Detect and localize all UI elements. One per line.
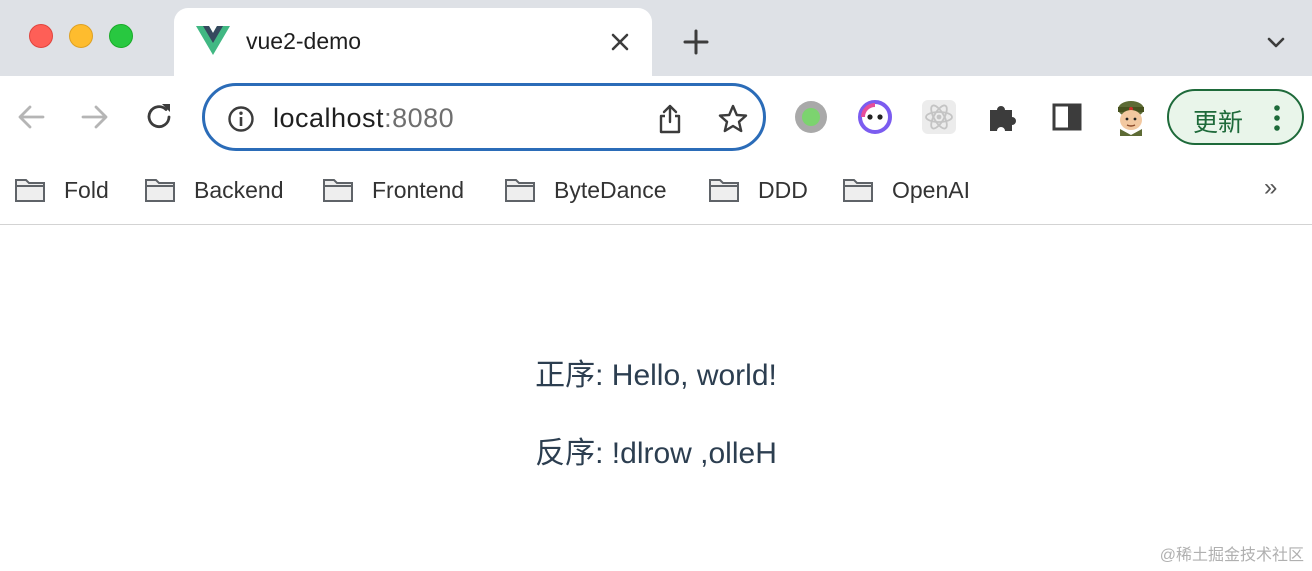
- bookmark-label: DDD: [758, 176, 808, 203]
- bookmarks-bar: Fold Backend Frontend ByteDance DDD Open…: [0, 160, 1312, 225]
- back-arrow-icon[interactable]: [14, 100, 48, 134]
- address-bar[interactable]: localhost:8080: [202, 83, 766, 151]
- tab-strip: vue2-demo: [0, 0, 1312, 76]
- forward-text: 正序: Hello, world!: [535, 359, 777, 392]
- folder-icon: [709, 179, 739, 202]
- reload-icon[interactable]: [142, 100, 176, 134]
- bookmark-label: Frontend: [372, 176, 465, 203]
- active-tab[interactable]: vue2-demo: [174, 8, 652, 76]
- bookmark-folder-bytedance[interactable]: ByteDance: [504, 174, 667, 206]
- bookmark-folder-ddd[interactable]: DDD: [708, 174, 808, 206]
- bookmark-folder-fold[interactable]: Fold: [14, 174, 109, 206]
- kebab-menu-icon[interactable]: [1267, 103, 1287, 133]
- share-icon[interactable]: [655, 103, 685, 135]
- info-icon[interactable]: [227, 105, 255, 133]
- browser-toolbar: localhost:8080 更新: [0, 76, 1312, 160]
- folder-icon: [15, 179, 45, 202]
- folder-icon: [843, 179, 873, 202]
- close-window-button[interactable]: [29, 24, 53, 48]
- close-icon[interactable]: [608, 30, 632, 54]
- extension-green-dot-icon[interactable]: [792, 98, 830, 136]
- reversed-text: 反序: !dlrow ,olleH: [535, 437, 777, 470]
- puzzle-icon[interactable]: [984, 98, 1022, 136]
- tab-title: vue2-demo: [246, 28, 362, 54]
- bookmark-label: Fold: [64, 176, 109, 203]
- avatar[interactable]: [1112, 98, 1150, 136]
- url-text[interactable]: localhost:8080: [273, 103, 454, 134]
- update-button[interactable]: 更新: [1167, 89, 1304, 145]
- bookmark-label: OpenAI: [892, 176, 970, 203]
- react-devtools-icon[interactable]: [920, 98, 958, 136]
- bookmark-folder-openai[interactable]: OpenAI: [842, 174, 970, 206]
- url-host: localhost: [273, 103, 385, 133]
- bookmark-label: Backend: [194, 176, 284, 203]
- watermark: @稀土掘金技术社区: [1159, 547, 1304, 564]
- update-label: 更新: [1193, 109, 1244, 137]
- forward-arrow-icon[interactable]: [78, 100, 112, 134]
- folder-icon: [505, 179, 535, 202]
- bookmark-label: ByteDance: [554, 176, 667, 203]
- page-content: 正序: Hello, world! 反序: !dlrow ,olleH @稀土掘…: [0, 225, 1312, 571]
- minimize-window-button[interactable]: [69, 24, 93, 48]
- maximize-window-button[interactable]: [109, 24, 133, 48]
- star-icon[interactable]: [717, 103, 749, 135]
- chevron-down-icon[interactable]: [1264, 30, 1288, 54]
- folder-icon: [145, 179, 175, 202]
- folder-icon: [323, 179, 353, 202]
- bookmark-folder-backend[interactable]: Backend: [144, 174, 284, 206]
- url-port: :8080: [384, 103, 455, 133]
- bookmark-folder-frontend[interactable]: Frontend: [322, 174, 464, 206]
- extension-face-icon[interactable]: [856, 98, 894, 136]
- bookmarks-overflow-button[interactable]: »: [1264, 174, 1277, 202]
- sidepanel-icon[interactable]: [1048, 98, 1086, 136]
- vue-logo-icon: [196, 26, 230, 55]
- plus-icon[interactable]: [682, 28, 710, 56]
